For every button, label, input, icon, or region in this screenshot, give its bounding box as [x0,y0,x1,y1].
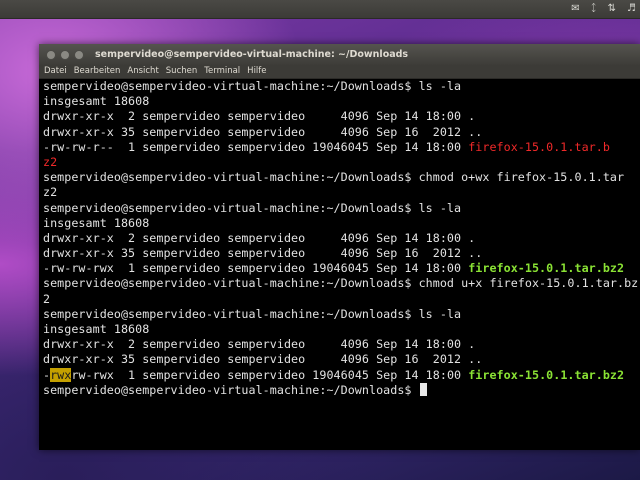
terminal-line: -rwxrw-rwx 1 sempervideo sempervideo 190… [43,367,640,383]
menu-terminal[interactable]: Terminal [204,65,240,78]
line-text: sempervideo@sempervideo-virtual-machine:… [43,382,419,397]
maximize-icon[interactable] [74,49,84,60]
terminal-line: sempervideo@sempervideo-virtual-machine:… [43,79,462,93]
network-icon[interactable]: ⇅ [608,1,616,17]
terminal-line: drwxr-xr-x 2 sempervideo sempervideo 409… [43,230,476,245]
menu-datei[interactable]: Datei [44,65,67,78]
terminal-line: drwxr-xr-x 35 sempervideo sempervideo 40… [43,352,483,367]
file-name: firefox-15.0.1.tar.b [468,139,610,154]
terminal-line: insgesamt 18608 [43,322,150,336]
file-name: firefox-15.0.1.tar.bz2 [468,261,625,276]
terminal-line: sempervideo@sempervideo-virtual-machine:… [43,170,625,185]
menu-ansicht[interactable]: Ansicht [127,65,158,78]
terminal-line: z2 [43,155,640,170]
menu-suchen[interactable]: Suchen [166,65,197,78]
top-panel: ✉ ᛨ ⇅ ♬ [0,0,640,19]
terminal-line: drwxr-xr-x 2 sempervideo sempervideo 409… [43,109,476,124]
terminal-line: drwxr-xr-x 2 sempervideo sempervideo 409… [43,337,476,352]
close-icon[interactable] [46,49,56,60]
terminal-line: 2 [43,291,51,306]
line-text: -rw-rw-rwx 1 sempervideo sempervideo 190… [43,261,469,276]
window-title: sempervideo@sempervideo-virtual-machine:… [95,49,409,60]
menu-bar: Datei Bearbeiten Ansicht Suchen Terminal… [39,65,640,79]
bluetooth-icon[interactable]: ᛨ [591,1,597,17]
text-cursor [419,382,427,396]
file-name: z2 [43,154,58,169]
mail-icon[interactable]: ✉ [571,1,579,17]
terminal-line: drwxr-xr-x 35 sempervideo sempervideo 40… [43,124,483,139]
terminal-window[interactable]: sempervideo@sempervideo-virtual-machine:… [39,44,640,450]
volume-icon[interactable]: ♬ [627,1,636,17]
terminal-line: sempervideo@sempervideo-virtual-machine:… [43,382,640,398]
line-text: -rw-rw-r-- 1 sempervideo sempervideo 190… [43,139,469,154]
terminal-line: -rw-rw-rwx 1 sempervideo sempervideo 190… [43,261,640,276]
system-tray: ✉ ᛨ ⇅ ♬ [571,1,636,17]
menu-hilfe[interactable]: Hilfe [247,65,266,78]
terminal-line: sempervideo@sempervideo-virtual-machine:… [43,306,462,321]
terminal-line: insgesamt 18608 [43,94,150,109]
line-text: rw-rwx 1 sempervideo sempervideo 1904604… [71,367,469,382]
terminal-line: drwxr-xr-x 35 sempervideo sempervideo 40… [43,246,483,261]
highlighted-permissions: rwx [50,367,72,382]
terminal-line: z2 [43,185,58,200]
terminal-line: sempervideo@sempervideo-virtual-machine:… [43,200,462,215]
file-name: firefox-15.0.1.tar.bz2 [468,367,625,382]
minimize-icon[interactable] [60,49,70,60]
terminal-line: -rw-rw-r-- 1 sempervideo sempervideo 190… [43,140,640,155]
window-titlebar[interactable]: sempervideo@sempervideo-virtual-machine:… [39,44,640,65]
terminal-output[interactable]: sempervideo@sempervideo-virtual-machine:… [43,79,640,450]
menu-bearbeiten[interactable]: Bearbeiten [74,65,121,78]
terminal-line: sempervideo@sempervideo-virtual-machine:… [43,276,639,291]
terminal-line: insgesamt 18608 [43,215,150,230]
